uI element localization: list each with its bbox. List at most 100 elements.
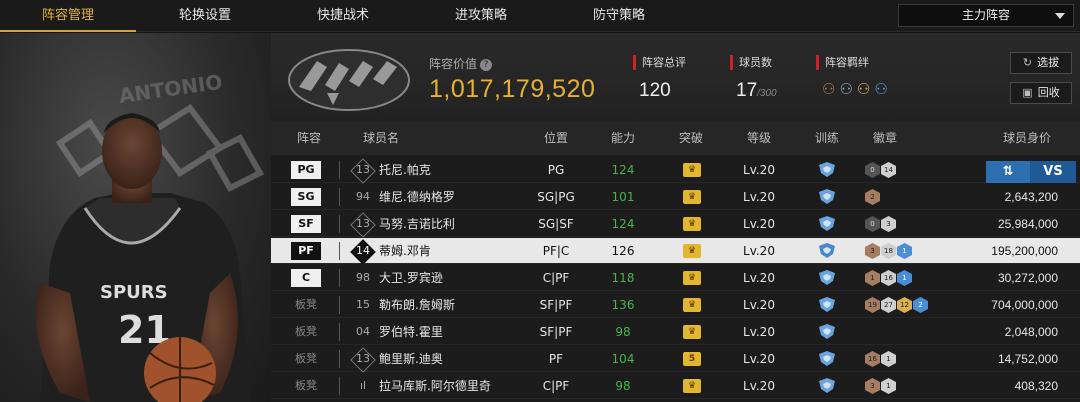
col-lineup[interactable]: 阵容 xyxy=(289,122,329,155)
col-salary[interactable]: 球员身价 xyxy=(997,122,1057,155)
training-icon[interactable] xyxy=(818,351,836,366)
table-row[interactable]: PG13托尼.帕克PG124♛Lv.200142 xyxy=(271,157,1080,183)
recycle-button[interactable]: ▣ 回收 xyxy=(1010,82,1072,104)
col-badges[interactable]: 徽章 xyxy=(865,122,905,155)
lineup-slot-badge[interactable]: SF xyxy=(291,215,321,233)
lineup-slot-badge[interactable]: C xyxy=(291,269,321,287)
table-row[interactable]: SF 13 马努.吉诺比利 SG|SF 124 ♛ Lv.20 0 3 25,984,000 xyxy=(271,211,1080,237)
bond-icon-silver[interactable]: ⚇ xyxy=(839,80,852,98)
training-icon[interactable] xyxy=(818,216,836,231)
player-name[interactable]: 大卫.罗宾逊 xyxy=(379,265,443,291)
player-name[interactable]: 马努.吉诺比利 xyxy=(379,211,455,237)
breakthrough-icon[interactable]: ♛ xyxy=(683,271,701,285)
table-row[interactable]: 板凳 ıl 拉马库斯.阿尔德里奇 C|PF 98 ♛ Lv.20 3 1 408,320 xyxy=(271,373,1080,399)
swap-arrows-icon[interactable]: ⇅ xyxy=(986,161,1030,183)
bond-icon-bronze[interactable]: ⚇ xyxy=(822,80,835,98)
table-row[interactable]: SG 94 维尼.德纳格罗 SG|PG 101 ♛ Lv.20 2 2,643,200 xyxy=(271,184,1080,210)
breakthrough-icon[interactable]: ♛ xyxy=(683,298,701,312)
tab-quick-tactics[interactable]: 快捷战术 xyxy=(274,0,412,32)
badge-silver-icon[interactable]: 27 xyxy=(881,297,896,313)
training-icon[interactable] xyxy=(818,297,836,312)
breakthrough-icon[interactable]: ♛ xyxy=(683,163,701,177)
badge-list: 2 xyxy=(865,189,880,205)
player-name[interactable]: 维尼.德纳格罗 xyxy=(379,184,455,210)
refresh-icon: ↻ xyxy=(1022,56,1033,69)
training-icon[interactable] xyxy=(818,270,836,285)
training-icon[interactable] xyxy=(818,162,836,177)
player-name[interactable]: 拉马库斯.阿尔德里奇 xyxy=(379,373,491,399)
badge-silver-icon[interactable]: 16 xyxy=(881,270,896,286)
lineup-slot-badge[interactable]: PF xyxy=(291,242,321,260)
badge-silver-icon[interactable]: 3 xyxy=(881,216,896,232)
table-row[interactable]: PF 14 蒂姆.邓肯 PF|C 126 ♛ Lv.20 3 18 1 195,200,000 xyxy=(271,238,1080,264)
player-name[interactable]: 勒布朗.詹姆斯 xyxy=(379,292,455,318)
lineup-select[interactable]: 主力阵容 xyxy=(898,4,1074,27)
badge-dark-icon[interactable]: 0 xyxy=(865,162,880,178)
badge-silver-icon[interactable]: 14 xyxy=(881,162,896,178)
player-level: Lv.20 xyxy=(743,271,775,285)
player-name[interactable]: 蒂姆.邓肯 xyxy=(379,238,431,264)
player-ability: 124 xyxy=(611,217,635,231)
badge-silver-icon[interactable]: 18 xyxy=(881,243,896,259)
table-row[interactable]: 板凳 13 鲍里斯.迪奥 PF 104 5 Lv.20 16 1 14,752,000 xyxy=(271,346,1080,372)
lineup-rating-value: 120 xyxy=(639,80,671,101)
breakthrough-icon[interactable]: ♛ xyxy=(683,325,701,339)
col-ability[interactable]: 能力 xyxy=(603,122,643,155)
badge-list: 19 27 12 2 xyxy=(865,297,928,313)
badge-silver-icon[interactable]: 1 xyxy=(881,378,896,394)
badge-bronze-icon[interactable]: 3 xyxy=(865,378,880,394)
player-position: SG|SF xyxy=(538,217,574,231)
table-row[interactable]: 板凳 15 勒布朗.詹姆斯 SF|PF 136 ♛ Lv.20 19 27 12 2 704,000,… xyxy=(271,292,1080,318)
badge-blue-icon[interactable]: 1 xyxy=(897,243,912,259)
bond-icon-blue[interactable]: ⚇ xyxy=(874,80,887,98)
lineup-slot-badge[interactable]: SG xyxy=(291,188,321,206)
badge-silver-icon[interactable]: 1 xyxy=(881,351,896,367)
svg-text:ANTONIO: ANTONIO xyxy=(117,70,223,108)
player-level: Lv.20 xyxy=(743,325,775,339)
tab-lineup-management[interactable]: 阵容管理 xyxy=(0,0,136,32)
tab-defense-strategy[interactable]: 防守策略 xyxy=(550,0,688,32)
badge-blue-icon[interactable]: 1 xyxy=(897,270,912,286)
vs-button[interactable]: VS xyxy=(1030,161,1076,183)
col-name[interactable]: 球员名 xyxy=(351,122,411,155)
table-row[interactable]: C 98 大卫.罗宾逊 C|PF 118 ♛ Lv.20 1 16 1 30,272,000 xyxy=(271,265,1080,291)
badge-bronze-icon[interactable]: 19 xyxy=(865,297,880,313)
tab-rotation-settings[interactable]: 轮换设置 xyxy=(136,0,274,32)
player-name[interactable]: 罗伯特.霍里 xyxy=(379,319,443,345)
bond-icon-gold[interactable]: ⚇ xyxy=(857,80,870,98)
breakthrough-icon[interactable]: 5 xyxy=(683,352,701,366)
breakthrough-icon[interactable]: ♛ xyxy=(683,190,701,204)
select-button[interactable]: ↻ 选拔 xyxy=(1010,52,1072,74)
tab-offense-strategy[interactable]: 进攻策略 xyxy=(412,0,550,32)
badge-dark-icon[interactable]: 0 xyxy=(865,216,880,232)
lineup-slot-badge[interactable]: PG xyxy=(291,161,321,179)
training-icon[interactable] xyxy=(818,378,836,393)
training-icon[interactable] xyxy=(818,189,836,204)
badge-bronze-icon[interactable]: 1 xyxy=(865,270,880,286)
badge-gold-icon[interactable]: 12 xyxy=(897,297,912,313)
breakthrough-icon[interactable]: ♛ xyxy=(683,244,701,258)
breakthrough-icon[interactable]: ♛ xyxy=(683,217,701,231)
col-position[interactable]: 位置 xyxy=(533,122,579,155)
jersey-number: 13 xyxy=(351,157,375,183)
badge-bronze-icon[interactable]: 2 xyxy=(865,189,880,205)
table-row[interactable]: 板凳 04 罗伯特.霍里 SF|PF 98 ♛ Lv.20 2,048,000 xyxy=(271,319,1080,345)
lineup-rating: 阵容总评 120 xyxy=(633,55,686,102)
jersey-number: 13 xyxy=(351,346,375,372)
player-level: Lv.20 xyxy=(743,190,775,204)
badge-blue-icon[interactable]: 2 xyxy=(913,297,928,313)
breakthrough-icon[interactable]: ♛ xyxy=(683,379,701,393)
training-icon[interactable] xyxy=(818,243,836,258)
col-level[interactable]: 等级 xyxy=(739,122,779,155)
badge-bronze-icon[interactable]: 16 xyxy=(865,351,880,367)
player-salary: 408,320 xyxy=(1014,379,1058,393)
col-training[interactable]: 训练 xyxy=(807,122,847,155)
badge-bronze-icon[interactable]: 3 xyxy=(865,243,880,259)
col-breakthrough[interactable]: 突破 xyxy=(671,122,711,155)
training-icon[interactable] xyxy=(818,324,836,339)
player-name[interactable]: 鲍里斯.迪奥 xyxy=(379,346,443,372)
jersey-number: ıl xyxy=(359,379,367,392)
badge-list: 16 1 xyxy=(865,351,896,367)
player-name[interactable]: 托尼.帕克 xyxy=(379,157,431,183)
help-icon[interactable]: ? xyxy=(480,58,493,71)
